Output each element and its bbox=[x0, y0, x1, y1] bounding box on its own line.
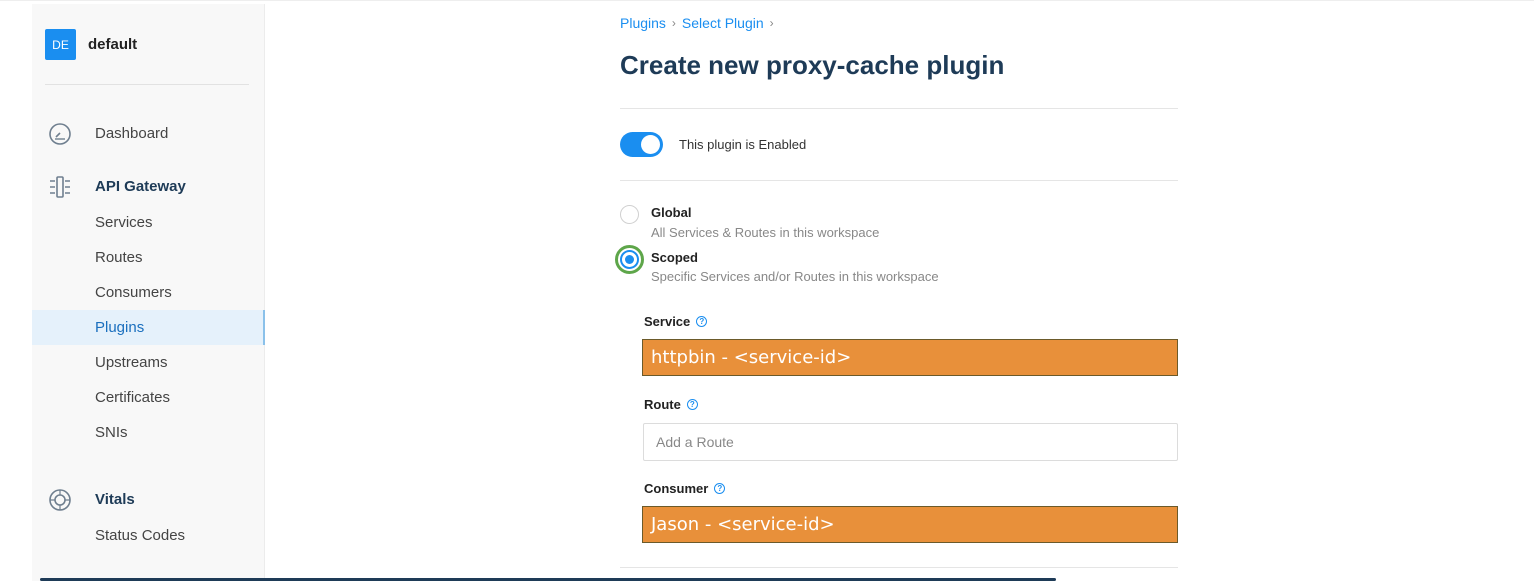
enabled-toggle-label: This plugin is Enabled bbox=[679, 137, 807, 152]
vitals-icon bbox=[48, 488, 72, 512]
sidebar-item-dashboard[interactable]: Dashboard bbox=[32, 116, 265, 151]
scope-scoped-title: Scoped bbox=[651, 250, 698, 265]
service-input[interactable]: httpbin - <service-id> bbox=[642, 339, 1178, 376]
api-gateway-icon bbox=[48, 175, 72, 199]
sidebar: DE default Dashboard API Gateway Service… bbox=[32, 4, 265, 581]
consumer-label-text: Consumer bbox=[644, 481, 709, 496]
scope-global-title: Global bbox=[651, 205, 692, 220]
consumer-input[interactable]: Jason - <service-id> bbox=[642, 506, 1178, 543]
gauge-icon bbox=[48, 122, 72, 146]
sidebar-item-plugins[interactable]: Plugins bbox=[32, 310, 265, 345]
sidebar-item-routes[interactable]: Routes bbox=[32, 240, 265, 275]
sidebar-item-label: Certificates bbox=[95, 389, 171, 406]
scope-scoped-radio[interactable] bbox=[615, 245, 644, 274]
help-icon[interactable]: ? bbox=[686, 399, 698, 410]
service-label-text: Service bbox=[644, 314, 691, 329]
sidebar-item-label: Services bbox=[95, 214, 153, 231]
breadcrumb-separator: › bbox=[769, 16, 774, 30]
radio-inner bbox=[620, 250, 639, 269]
service-label: Service ? bbox=[644, 314, 708, 329]
sidebar-group-vitals[interactable]: Vitals bbox=[32, 482, 265, 517]
breadcrumb: Plugins › Select Plugin › bbox=[620, 15, 774, 31]
sidebar-item-label: Status Codes bbox=[95, 527, 186, 544]
help-icon[interactable]: ? bbox=[714, 483, 726, 494]
sidebar-item-label: SNIs bbox=[95, 424, 128, 441]
route-label-text: Route bbox=[644, 397, 681, 412]
breadcrumb-separator: › bbox=[671, 16, 676, 30]
breadcrumb-select-plugin[interactable]: Select Plugin bbox=[682, 15, 764, 31]
divider bbox=[620, 567, 1178, 568]
help-icon[interactable]: ? bbox=[696, 316, 708, 327]
sidebar-item-label: Plugins bbox=[95, 319, 145, 336]
sidebar-divider bbox=[45, 84, 249, 85]
consumer-label: Consumer ? bbox=[644, 481, 726, 496]
top-border bbox=[0, 0, 1534, 1]
workspace-name: default bbox=[88, 36, 138, 53]
sidebar-item-services[interactable]: Services bbox=[32, 205, 265, 240]
workspace-switcher[interactable]: DE default bbox=[45, 29, 137, 60]
toggle-knob bbox=[641, 135, 660, 154]
sidebar-item-upstreams[interactable]: Upstreams bbox=[32, 345, 265, 380]
scope-global-radio[interactable] bbox=[620, 205, 639, 224]
sidebar-group-title: Vitals bbox=[95, 491, 135, 508]
sidebar-group-title: API Gateway bbox=[95, 178, 186, 195]
sidebar-item-label: Routes bbox=[95, 249, 143, 266]
page-title: Create new proxy-cache plugin bbox=[620, 50, 1005, 80]
divider bbox=[620, 108, 1178, 109]
enabled-toggle[interactable] bbox=[620, 132, 663, 157]
sidebar-item-status-codes[interactable]: Status Codes bbox=[32, 518, 265, 553]
sidebar-item-certificates[interactable]: Certificates bbox=[32, 380, 265, 415]
scope-global-description: All Services & Routes in this workspace bbox=[651, 225, 880, 240]
route-input[interactable]: Add a Route bbox=[643, 423, 1178, 461]
sidebar-item-snis[interactable]: SNIs bbox=[32, 415, 265, 450]
sidebar-item-label: Dashboard bbox=[95, 125, 169, 142]
sidebar-item-label: Consumers bbox=[95, 284, 172, 301]
divider bbox=[620, 180, 1178, 181]
scope-scoped-description: Specific Services and/or Routes in this … bbox=[651, 269, 939, 284]
sidebar-item-consumers[interactable]: Consumers bbox=[32, 275, 265, 310]
sidebar-group-api-gateway[interactable]: API Gateway bbox=[32, 169, 265, 204]
radio-dot bbox=[625, 255, 634, 264]
route-label: Route ? bbox=[644, 397, 698, 412]
sidebar-item-label: Upstreams bbox=[95, 354, 168, 371]
breadcrumb-plugins[interactable]: Plugins bbox=[620, 15, 666, 31]
workspace-badge: DE bbox=[45, 29, 76, 60]
